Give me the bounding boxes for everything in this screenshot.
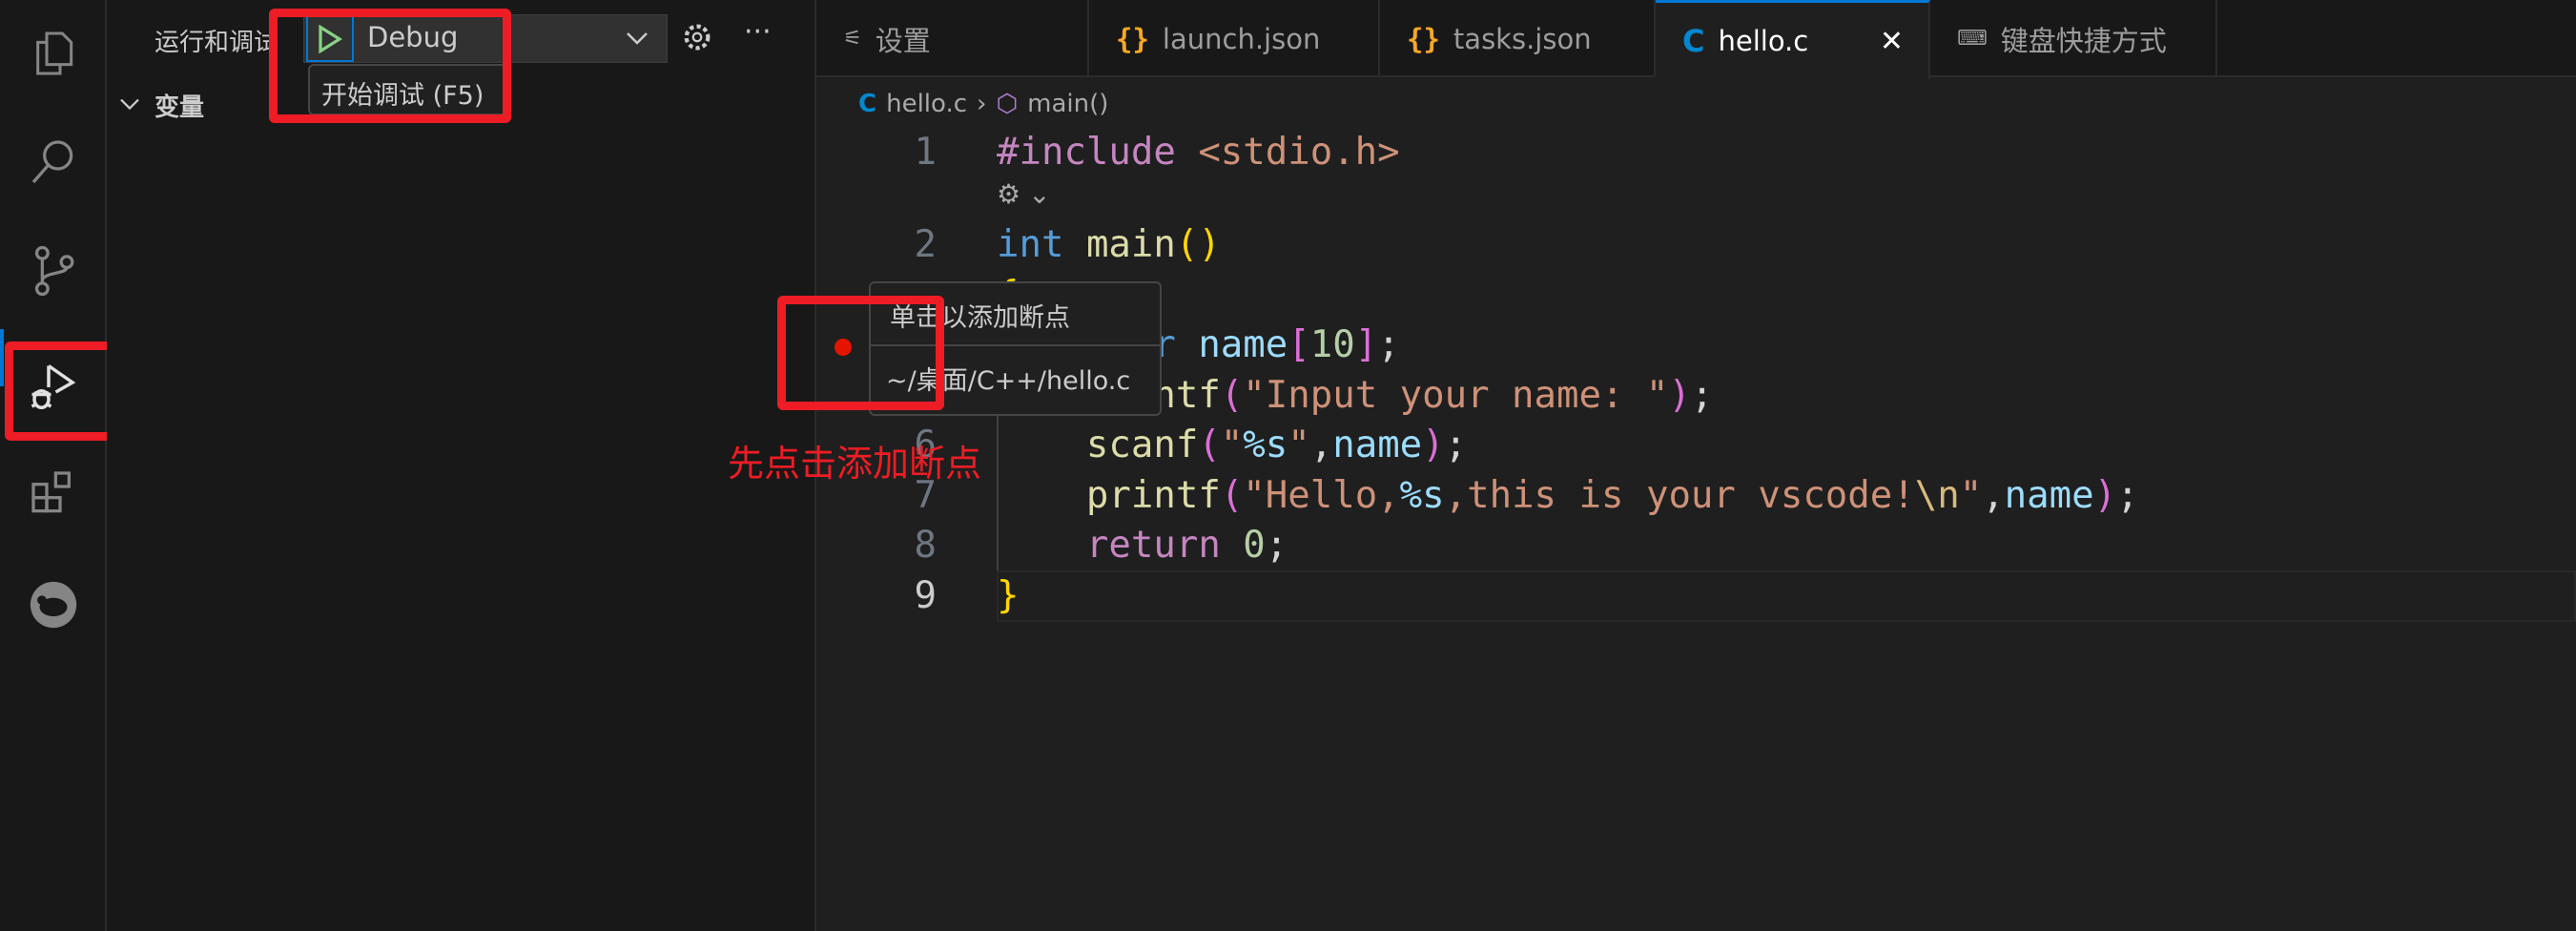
code-token-b2: (: [1220, 474, 1244, 517]
breadcrumb: C hello.c › ⬡ main(): [858, 86, 1108, 122]
tab-label: tasks.json: [1453, 22, 1592, 55]
code-token-p: ;: [1444, 424, 1468, 466]
code-token-fn: scanf: [1085, 424, 1199, 466]
code-line[interactable]: printf("Hello,%s,this is your vscode!\n"…: [997, 471, 2139, 521]
annotation-text: 先点击添加断点: [728, 443, 982, 485]
code-token-str: ": [1959, 474, 1983, 517]
extensions-icon[interactable]: [19, 459, 88, 528]
tab-label: 设置: [875, 24, 931, 57]
c-file-icon: C: [858, 90, 877, 118]
tab-label: hello.c: [1718, 25, 1809, 57]
source-control-icon[interactable]: [19, 237, 88, 305]
c-file-icon: C: [1682, 23, 1705, 59]
code-token-p: [1176, 323, 1198, 366]
settings-icon: ⚟: [843, 27, 862, 51]
code-token-type: int: [997, 223, 1064, 266]
json-braces-icon: {}: [1116, 22, 1149, 55]
current-line-highlight: [997, 570, 2576, 622]
more-actions-icon[interactable]: ···: [744, 15, 772, 49]
piggy-extension-icon[interactable]: [19, 570, 88, 639]
code-token-str: "Hello,: [1243, 474, 1400, 517]
code-token-p: ;: [1690, 374, 1714, 417]
sidebar: 运行和调试 Debug ··· 开始调试 (F5) 变量: [107, 0, 816, 931]
code-token-var: name: [2004, 474, 2094, 517]
breadcrumb-symbol[interactable]: main(): [1027, 90, 1108, 118]
sidebar-title: 运行和调试: [155, 29, 279, 57]
code-token-p: [997, 424, 1086, 466]
code-token-fn: main: [1085, 223, 1176, 266]
tab-label: 键盘快捷方式: [2000, 24, 2167, 57]
chevron-down-icon: ⌄: [1028, 178, 1051, 210]
tab-keyboard-shortcuts[interactable]: ⌨ 键盘快捷方式: [1930, 0, 2217, 77]
code-token-var: name: [1332, 424, 1423, 466]
tab-label: launch.json: [1162, 22, 1321, 55]
code-token-kw: #include: [997, 131, 1176, 174]
line-number: 2: [914, 223, 937, 266]
close-icon[interactable]: ✕: [1880, 25, 1904, 58]
code-token-p: ,: [1982, 474, 2005, 517]
code-line[interactable]: scanf("%s",name);: [997, 421, 1467, 470]
code-token-b2: (: [1198, 424, 1221, 466]
tab-hello-c[interactable]: Chello.c ✕: [1656, 0, 1930, 79]
code-token-p: [1221, 524, 1243, 567]
code-token-var: name: [1198, 323, 1288, 366]
line-number: 1: [914, 131, 937, 174]
variables-section-header[interactable]: 变量: [155, 88, 204, 123]
code-token-num: 10: [1309, 323, 1355, 366]
code-line[interactable]: #include <stdio.h>: [997, 128, 1400, 177]
chevron-down-icon[interactable]: [118, 95, 141, 113]
annotation-box-start-debug: [269, 9, 511, 123]
tab-launch-json[interactable]: {} launch.json: [1089, 0, 1380, 77]
code-token-var: %s: [1243, 424, 1288, 466]
code-token-kw: return: [1085, 524, 1221, 567]
annotation-box-breakpoint: [777, 296, 944, 410]
copilot-icon: ⚙: [997, 178, 1021, 210]
explorer-icon[interactable]: [19, 19, 88, 88]
code-token-b2: [: [1288, 323, 1310, 366]
code-token-b2: ]: [1354, 323, 1378, 366]
active-indicator: [0, 329, 4, 386]
code-token-str: ": [1220, 424, 1244, 466]
code-token-b1: (): [1175, 223, 1221, 266]
code-token-p: ;: [1377, 323, 1400, 366]
keyboard-icon: ⌨: [1957, 27, 1988, 51]
code-token-p: ;: [1265, 524, 1288, 567]
symbol-method-icon: ⬡: [996, 90, 1019, 118]
code-token-str: "Input your name: ": [1243, 374, 1669, 417]
code-token-b2: ): [2093, 474, 2117, 517]
chevron-down-icon: [627, 32, 648, 45]
code-token-p: ;: [2116, 474, 2139, 517]
code-token-var: %s: [1399, 474, 1445, 517]
code-token-b1: }: [997, 574, 1020, 617]
code-token-p: ,: [1309, 424, 1333, 466]
code-token-str: ": [1288, 424, 1310, 466]
line-number: 8: [914, 524, 937, 567]
tab-tasks-json[interactable]: {} tasks.json: [1380, 0, 1656, 77]
code-token-b2: ): [1422, 424, 1445, 466]
tab-bar: ⚟ 设置 {} launch.json {} tasks.json Chello.c ✕…: [816, 0, 2576, 79]
code-line[interactable]: int main(): [997, 220, 1221, 270]
codelens[interactable]: ⚙ ⌄: [997, 178, 1051, 210]
gear-icon[interactable]: [681, 21, 713, 53]
code-token-b2: ): [1668, 374, 1691, 417]
chevron-right-icon: ›: [977, 90, 987, 118]
code-token-p: [997, 474, 1086, 517]
breadcrumb-file[interactable]: hello.c: [886, 90, 967, 118]
code-token-p: [1063, 223, 1085, 266]
code-line[interactable]: return 0;: [997, 521, 1288, 570]
code-token-b2: (: [1220, 374, 1244, 417]
code-token-fn: printf: [1085, 474, 1221, 517]
activity-bar: [0, 0, 107, 931]
search-icon[interactable]: [19, 128, 88, 197]
json-braces-icon: {}: [1407, 22, 1440, 55]
code-token-p: [997, 524, 1086, 567]
tab-settings[interactable]: ⚟ 设置: [816, 0, 1089, 77]
code-token-esc: \n: [1914, 474, 1960, 517]
line-number: 9: [914, 574, 937, 617]
code-token-str: ,this is your vscode!: [1444, 474, 1915, 517]
code-token-num: 0: [1243, 524, 1266, 567]
code-token-str: <stdio.h>: [1175, 131, 1400, 174]
code-line[interactable]: }: [997, 571, 1019, 621]
